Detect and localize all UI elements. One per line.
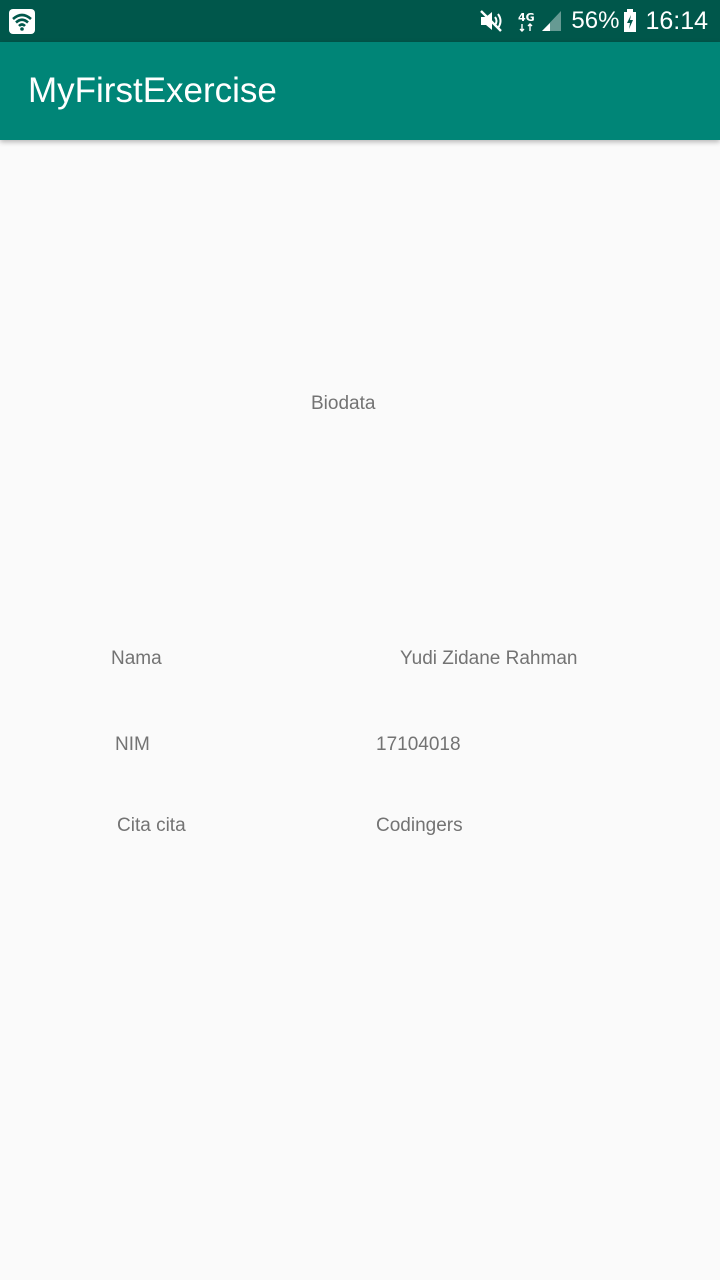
mute-icon — [479, 0, 505, 42]
biodata-content: Biodata Nama Yudi Zidane Rahman NIM 1710… — [0, 140, 720, 1280]
label-nama: Nama — [111, 648, 162, 669]
value-nama: Yudi Zidane Rahman — [400, 648, 578, 669]
network-label: 4G — [518, 11, 535, 24]
value-nim: 17104018 — [376, 734, 461, 755]
label-nim: NIM — [115, 734, 150, 755]
status-bar: 4G 56% 16:14 — [0, 0, 720, 42]
app-bar: MyFirstExercise — [0, 42, 720, 140]
app-title: MyFirstExercise — [28, 71, 277, 110]
signal-icon — [541, 0, 563, 42]
battery-icon — [623, 0, 637, 42]
status-time: 16:14 — [645, 7, 708, 35]
wifi-app-icon — [9, 9, 35, 34]
label-cita-cita: Cita cita — [117, 815, 186, 836]
biodata-heading: Biodata — [311, 393, 376, 414]
battery-percent: 56% — [571, 7, 620, 34]
value-cita-cita: Codingers — [376, 815, 463, 836]
4g-icon: 4G — [517, 0, 537, 42]
status-icons: 4G 56% 16:14 — [479, 0, 708, 42]
